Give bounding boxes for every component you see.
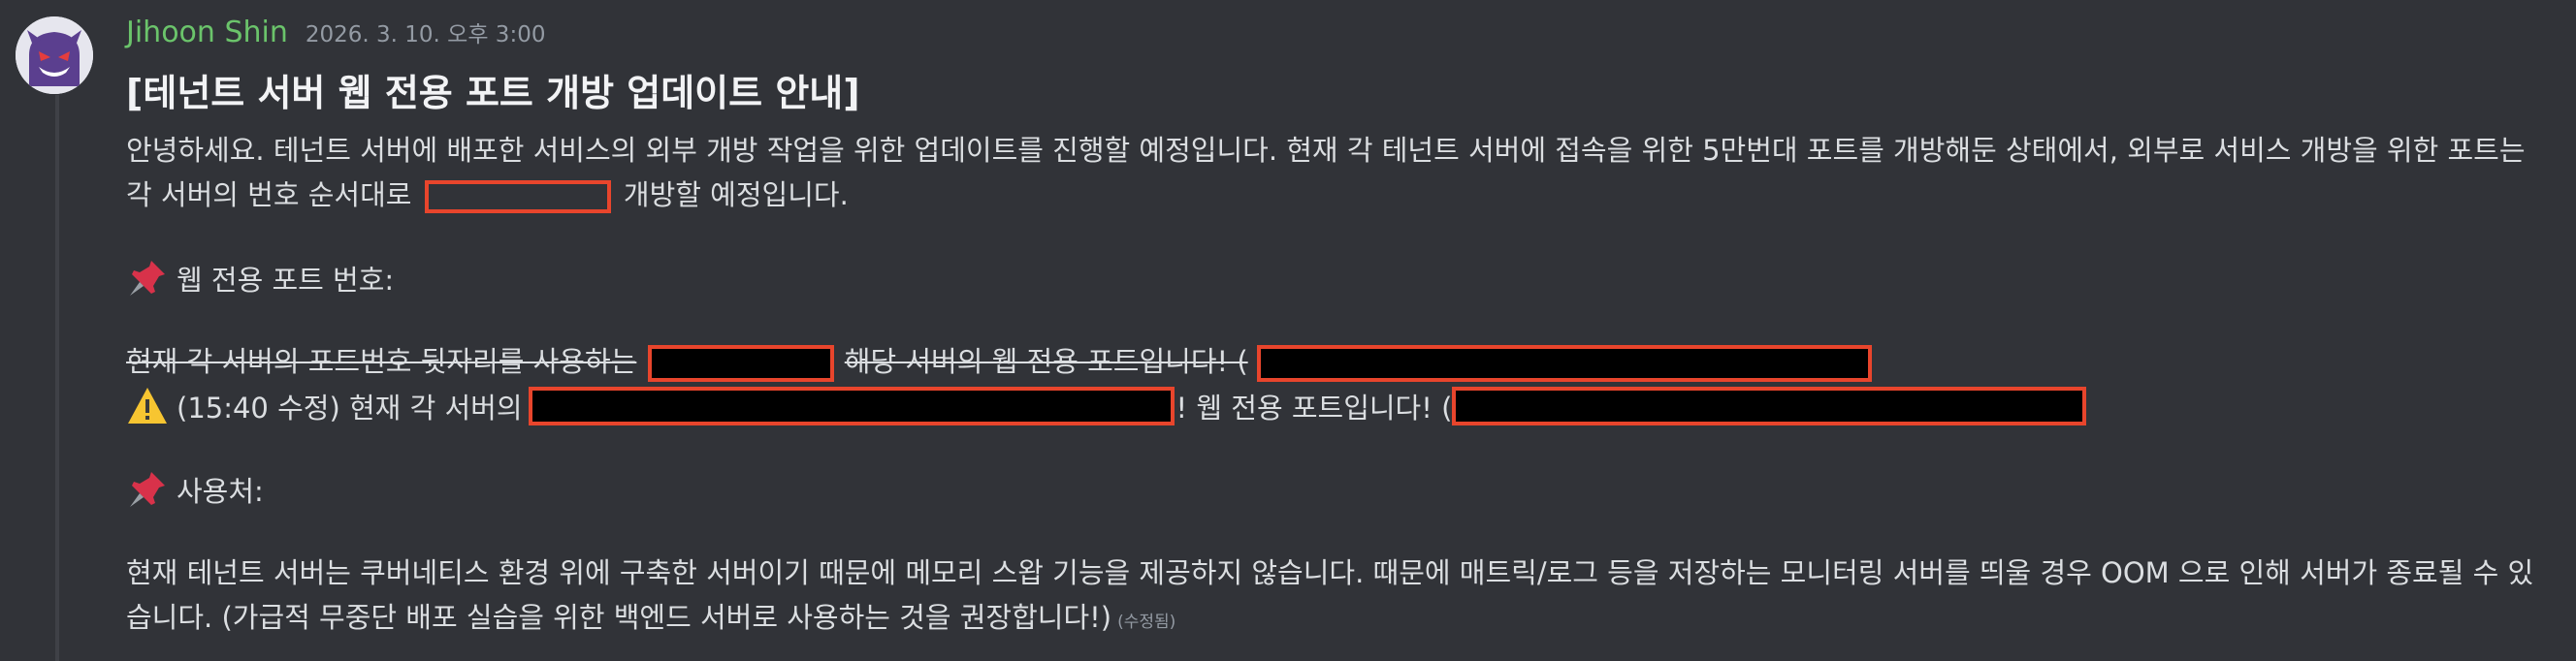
- section-heading-usage: 사용처:: [126, 467, 2560, 512]
- pushpin-icon: [130, 472, 165, 507]
- strike-text-pre: 현재 각 서버의 포트번호 뒷자리를 사용하는: [126, 345, 637, 378]
- edited-label[interactable]: (수정됨): [1117, 613, 1175, 632]
- strikethrough-line: 현재 각 서버의 포트번호 뒷자리를 사용하는 해당 서버의 웹 전용 포트입니…: [126, 339, 2560, 384]
- update-text-pre: (15:40 수정) 현재 각 서버의: [177, 392, 523, 425]
- redacted-region: [647, 345, 834, 382]
- avatar[interactable]: [16, 16, 93, 94]
- redacted-region: [1452, 387, 2087, 425]
- intro-line-2-pre: 각 서버의 번호 순서대로: [126, 178, 412, 211]
- intro-line-2-post: 개방할 예정입니다.: [623, 178, 849, 211]
- usage-line-2-text: 습니다. (가급적 무중단 배포 실습을 위한 백엔드 서버로 사용하는 것을 …: [126, 601, 1112, 634]
- message-header: Jihoon Shin 2026. 3. 10. 오후 3:00: [126, 16, 2560, 58]
- update-line: (15:40 수정) 현재 각 서버의 ! 웹 전용 포트입니다! (: [126, 384, 2560, 428]
- reply-thread-line: [55, 95, 59, 661]
- ghost-avatar-icon: [16, 16, 93, 94]
- usage-line-2: 습니다. (가급적 무중단 배포 실습을 위한 백엔드 서버로 사용하는 것을 …: [126, 595, 2560, 640]
- message-content: Jihoon Shin 2026. 3. 10. 오후 3:00 [테넌트 서버…: [126, 16, 2560, 640]
- update-text-mid: ! 웹 전용 포트입니다! (: [1175, 392, 1453, 425]
- redacted-region: [1256, 345, 1872, 382]
- warning-icon: [128, 388, 167, 424]
- pushpin-icon: [130, 261, 165, 296]
- section-label-ports: 웹 전용 포트 번호:: [177, 264, 395, 297]
- timestamp[interactable]: 2026. 3. 10. 오후 3:00: [306, 16, 546, 48]
- section-label-usage: 사용처:: [177, 475, 264, 508]
- username[interactable]: Jihoon Shin: [126, 16, 288, 49]
- message-title: [테넌트 서버 웹 전용 포트 개방 업데이트 안내]: [126, 72, 860, 114]
- usage-line-1: 현재 테넌트 서버는 쿠버네티스 환경 위에 구축한 서버이기 때문에 메모리 …: [126, 556, 2534, 589]
- intro-line-2: 각 서버의 번호 순서대로 개방할 예정입니다.: [126, 173, 2560, 217]
- redacted-region: [424, 180, 611, 213]
- section-heading-ports: 웹 전용 포트 번호:: [126, 256, 2560, 300]
- intro-line-1: 안녕하세요. 테넌트 서버에 배포한 서비스의 외부 개방 작업을 위한 업데이…: [126, 134, 2526, 167]
- redacted-region: [528, 387, 1175, 425]
- strike-text-mid: 해당 서버의 웹 전용 포트입니다! (: [844, 345, 1248, 378]
